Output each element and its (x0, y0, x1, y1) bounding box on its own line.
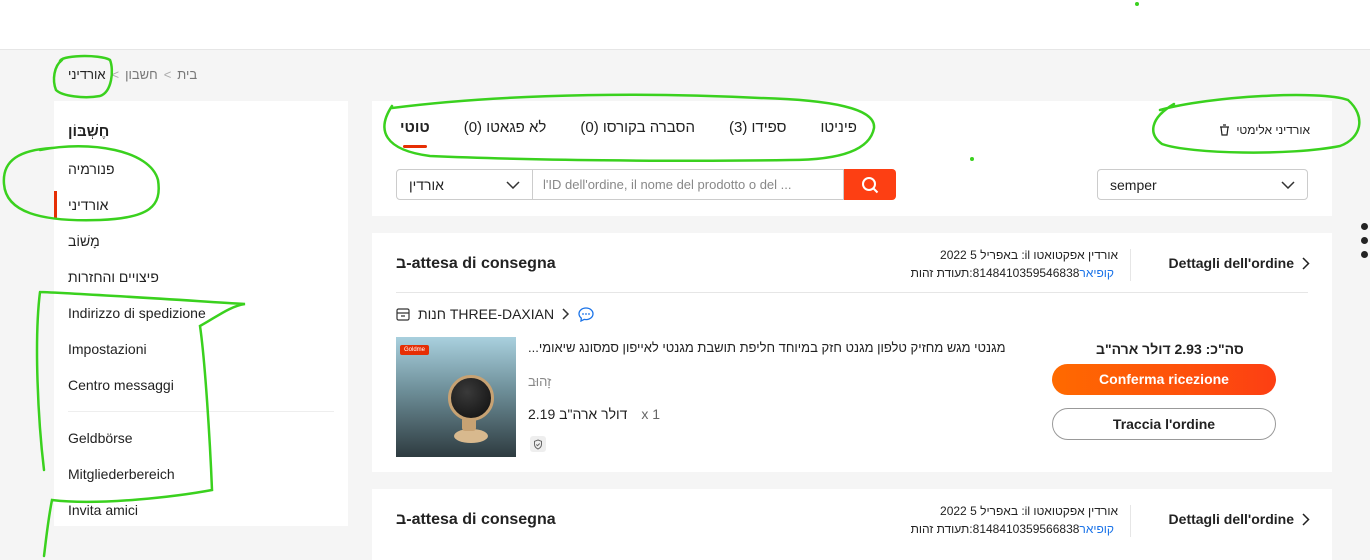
shield-icon (530, 436, 546, 452)
order-card: ב-attesa di consegna באפריל 5 2022 :il א… (372, 233, 1332, 472)
order-date: באפריל 5 2022 :il אורדין אפקטואטו (940, 248, 1118, 262)
sidebar-item-settings[interactable]: Impostazioni (54, 331, 348, 367)
search-button[interactable] (844, 169, 896, 200)
sidebar-menu: פנורמיה אורדיני מָשׁוֹב פיצויים והחזרות … (54, 151, 348, 526)
search-type-select[interactable]: אורדין (396, 169, 533, 200)
chevron-down-icon (1281, 180, 1295, 189)
order-meta: באפריל 5 2022 :il אורדין אפקטואטו קופיאר… (911, 502, 1118, 538)
sidebar-item-invite[interactable]: Invita amici (54, 492, 348, 528)
order-search: אורדין l'ID dell'ordine, il nome del pro… (396, 169, 896, 200)
tab-shipped[interactable]: ספידו (3) (729, 119, 786, 148)
order-total: סה"כ: 2.93 דולר ארה"ב (1096, 341, 1244, 357)
product-image[interactable]: Goldme (396, 337, 516, 457)
sidebar-item-feedback[interactable]: מָשׁוֹב (54, 223, 348, 259)
product-brand-badge: Goldme (400, 345, 430, 355)
annotation-dot (970, 157, 974, 161)
chevron-right-icon (562, 308, 570, 320)
tab-processing[interactable]: הסברה בקורסו (0) (580, 119, 695, 148)
copy-id-link[interactable]: קופיאר (1079, 522, 1114, 536)
order-date: באפריל 5 2022 :il אורדין אפקטואטו (940, 504, 1118, 518)
product-price: 2.19 דולר ארה"ב (528, 406, 628, 422)
store-icon (396, 307, 410, 321)
tab-unpaid[interactable]: לא פגאטו (0) (464, 119, 547, 148)
order-status: ב-attesa di consegna (396, 255, 556, 272)
search-icon (862, 176, 879, 193)
search-input[interactable]: l'ID dell'ordine, il nome del prodotto o… (533, 169, 844, 200)
order-card: ב-attesa di consegna באפריל 5 2022 :il א… (372, 489, 1332, 560)
sidebar-item-orders[interactable]: אורדיני (54, 187, 348, 223)
breadcrumb: אורדיני < חשבון < בית (68, 67, 197, 82)
divider (396, 292, 1308, 293)
deleted-orders-button[interactable]: אורדיני אלימטי (1219, 123, 1310, 137)
product-variant: זָהוּב (528, 374, 552, 389)
order-details-label: Dettagli dell'ordine (1168, 255, 1294, 271)
order-id: 8148410359546838:תעודת זהות (910, 266, 1080, 280)
breadcrumb-home[interactable]: בית (177, 67, 197, 82)
order-status: ב-attesa di consegna (396, 511, 556, 528)
search-type-value: אורדין (409, 176, 444, 193)
breadcrumb-current: אורדיני (68, 67, 106, 82)
sidebar-title: חֶשְׁבּוֹן (68, 123, 110, 140)
trash-icon (1220, 124, 1230, 136)
track-order-button[interactable]: Traccia l'ordine (1052, 408, 1276, 440)
chat-icon[interactable] (578, 306, 594, 322)
top-header (0, 0, 1370, 50)
time-filter-value: semper (1110, 176, 1157, 193)
sidebar-item-overview[interactable]: פנורמיה (54, 151, 348, 187)
product-image-disk (448, 375, 494, 421)
orders-filter-card: טוטי לא פגאטו (0) הסברה בקורסו (0) ספידו… (372, 101, 1332, 216)
annotation-dot (1135, 2, 1139, 6)
divider (1130, 505, 1131, 537)
sidebar-divider (68, 411, 334, 412)
sidebar-item-members[interactable]: Mitgliederbereich (54, 456, 348, 492)
product-title[interactable]: מגנטי מגש מחזיק טלפון מגנט חזק במיוחד חל… (528, 340, 1008, 355)
breadcrumb-account[interactable]: חשבון (125, 67, 158, 82)
breadcrumb-separator: < (111, 67, 120, 82)
order-details-link[interactable]: Dettagli dell'ordine (1169, 511, 1310, 527)
confirm-receipt-button[interactable]: Conferma ricezione (1052, 364, 1276, 395)
deleted-orders-label: אורדיני אלימטי (1236, 123, 1310, 137)
time-filter-select[interactable]: semper (1097, 169, 1308, 200)
chevron-right-icon (1302, 256, 1310, 270)
store-link[interactable]: חנות THREE-DAXIAN (396, 306, 594, 322)
copy-id-link[interactable]: קופיאר (1079, 266, 1114, 280)
sidebar-item-wallet[interactable]: Geldbörse (54, 420, 348, 456)
product-price-row: 2.19 דולר ארה"ב x 1 (528, 406, 660, 422)
order-meta: באפריל 5 2022 :il אורדין אפקטואטו קופיאר… (911, 246, 1118, 282)
divider (1130, 249, 1131, 281)
more-options-icon[interactable] (1361, 223, 1368, 258)
chevron-right-icon (1302, 512, 1310, 526)
store-name: חנות THREE-DAXIAN (418, 306, 555, 322)
sidebar-item-refunds[interactable]: פיצויים והחזרות (54, 259, 348, 295)
order-details-link[interactable]: Dettagli dell'ordine (1169, 255, 1310, 271)
chevron-down-icon (506, 180, 520, 189)
sidebar: חֶשְׁבּוֹן פנורמיה אורדיני מָשׁוֹב פיצוי… (54, 101, 348, 560)
order-tabs: טוטי לא פגאטו (0) הסברה בקורסו (0) ספידו… (400, 119, 857, 148)
sidebar-item-shipping-address[interactable]: Indirizzo di spedizione (54, 295, 348, 331)
order-details-label: Dettagli dell'ordine (1168, 511, 1294, 527)
order-id: 8148410359566838:תעודת זהות (910, 522, 1080, 536)
tab-completed[interactable]: פיניטו (820, 119, 856, 148)
product-image-base (454, 429, 488, 443)
product-quantity: x 1 (641, 406, 661, 422)
breadcrumb-separator: < (163, 67, 172, 82)
tab-all[interactable]: טוטי (400, 119, 430, 148)
sidebar-item-messages[interactable]: Centro messaggi (54, 367, 348, 403)
